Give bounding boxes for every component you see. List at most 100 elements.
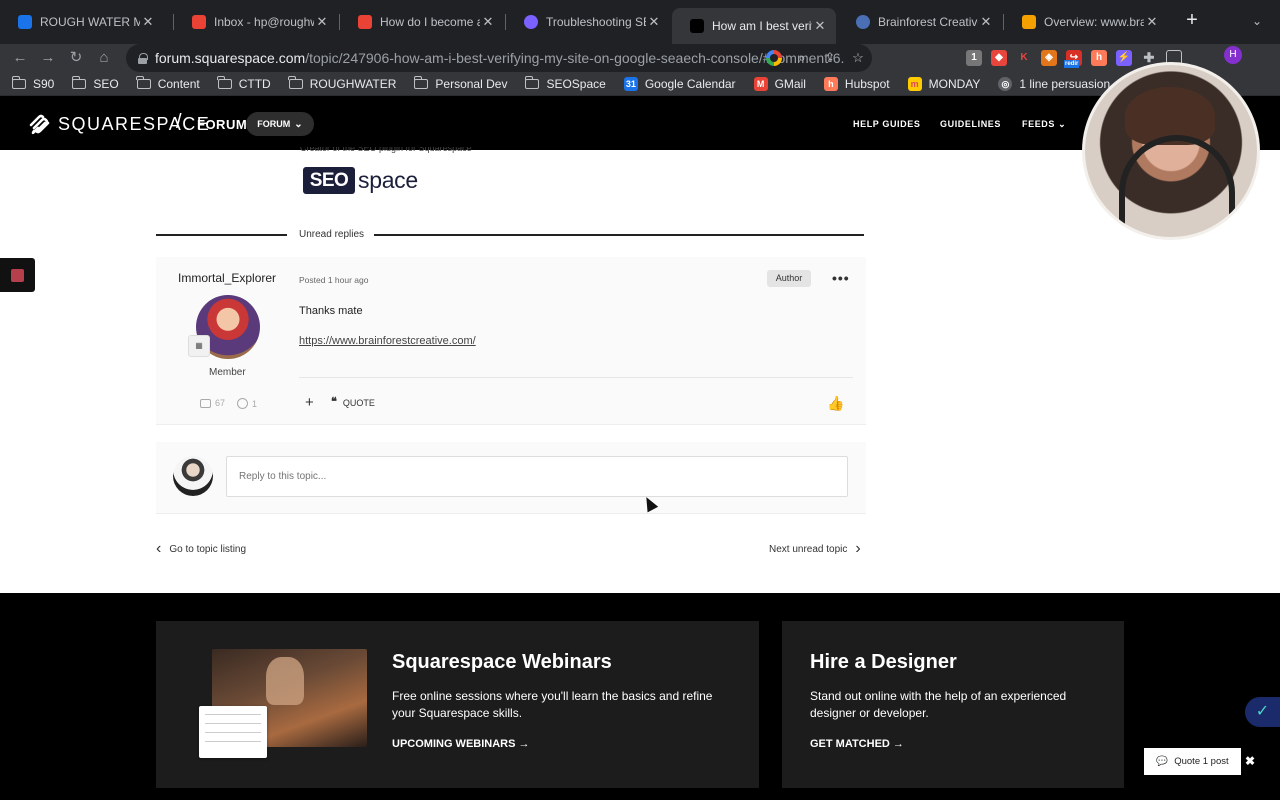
bookmark-link[interactable]: ◎ 1 line persuasion <box>998 76 1110 91</box>
tab-title: Overview: www.brain <box>1044 15 1144 29</box>
hubspot-ext-icon[interactable]: h <box>1091 50 1107 66</box>
address-bar[interactable]: forum.squarespace.com/topic/247906-how-a… <box>126 44 872 72</box>
bolt-ext-icon[interactable]: ⚡ <box>1116 50 1132 66</box>
bookmark-folder[interactable]: Content <box>136 75 200 91</box>
browser-tab[interactable]: Troubleshooting SEO ✕ <box>506 8 670 36</box>
google-lens-icon[interactable] <box>766 50 782 66</box>
quote-button[interactable]: ❝ QUOTE <box>331 396 375 409</box>
forum-dropdown[interactable]: FORUM ⌄ <box>246 112 314 136</box>
bookmark-link[interactable]: h Hubspot <box>823 76 890 91</box>
post-link[interactable]: https://www.brainforestcreative.com/ <box>299 335 476 347</box>
browser-tab[interactable]: Overview: www.brain ✕ <box>1004 8 1168 36</box>
bookmark-link[interactable]: M GMail <box>753 76 806 91</box>
share-icon[interactable]: ⇪ <box>816 50 844 66</box>
seospace-logo[interactable]: SEO space <box>303 167 418 194</box>
browser-tab-active[interactable]: How am I best verifyi ✕ <box>672 8 836 44</box>
close-tab-icon[interactable]: ✕ <box>314 14 330 30</box>
pager-next-label: Next unread topic <box>769 543 848 555</box>
solution-count-value: 1 <box>252 398 258 409</box>
folder-icon <box>524 75 540 89</box>
brand-wordmark[interactable]: SQUARESPACE <box>58 114 210 135</box>
bookmark-link[interactable]: m MONDAY <box>907 76 980 91</box>
multiquote-plus-icon[interactable]: + <box>305 394 314 411</box>
squarespace-logo-icon[interactable] <box>28 113 52 135</box>
url-text[interactable]: forum.squarespace.com/topic/247906-how-a… <box>155 50 845 66</box>
get-matched-link[interactable]: GET MATCHED → <box>810 738 904 750</box>
reload-icon[interactable]: ↻ <box>66 48 86 68</box>
solution-count: 1 <box>237 398 257 409</box>
close-tab-icon[interactable]: ✕ <box>140 14 156 30</box>
webinars-card[interactable]: Squarespace Webinars Free online session… <box>156 621 759 788</box>
close-tab-icon[interactable]: ✕ <box>480 14 496 30</box>
check-circle-icon <box>237 398 248 409</box>
redirect-path-icon[interactable]: ↪ redir <box>1064 50 1082 68</box>
back-arrow-icon[interactable]: ← <box>10 48 30 68</box>
author-name[interactable]: Immortal_Explorer <box>178 271 276 285</box>
quote-icon: ❝ <box>331 396 337 408</box>
nav-help-guides[interactable]: HELP GUIDES <box>853 119 920 129</box>
bookmark-folder[interactable]: Personal Dev <box>413 75 507 91</box>
bookmark-star-icon[interactable]: ☆ <box>844 50 872 66</box>
extension-icon[interactable]: ◆ <box>991 50 1007 66</box>
tab-search-chevron-icon[interactable]: ⌄ <box>1252 14 1262 28</box>
metamask-icon[interactable]: ◈ <box>1041 50 1057 66</box>
extension-icon[interactable]: 1 <box>966 50 982 66</box>
bookmark-label: Google Calendar <box>644 76 736 91</box>
hire-designer-card[interactable]: Hire a Designer Stand out online with th… <box>782 621 1124 788</box>
profile-avatar[interactable]: H <box>1224 46 1242 64</box>
current-user-avatar <box>173 456 213 496</box>
forum-post: Immortal_Explorer ▦ Member 67 1 Posted 1… <box>156 257 866 425</box>
zoom-icon[interactable]: ⌕ <box>788 50 816 66</box>
go-to-topic-listing-link[interactable]: ‹ Go to topic listing <box>156 540 246 558</box>
side-widget-tab[interactable] <box>0 258 35 292</box>
browser-tab[interactable]: How do I become an ✕ <box>340 8 504 36</box>
bookmark-folder[interactable]: ROUGHWATER <box>288 75 396 91</box>
browser-tab[interactable]: Brainforest Creative ✕ <box>838 8 1002 36</box>
close-tab-icon[interactable]: ✕ <box>978 14 994 30</box>
new-tab-icon[interactable]: + <box>1182 10 1202 31</box>
redir-badge: redir <box>1064 60 1080 68</box>
calendar-favicon-icon <box>18 15 32 29</box>
post-body: Thanks mate <box>299 305 363 317</box>
extension-k-icon[interactable]: K <box>1016 50 1032 66</box>
next-unread-topic-link[interactable]: Next unread topic › <box>769 540 861 558</box>
nav-guidelines[interactable]: GUIDELINES <box>940 119 1001 129</box>
bookmark-folder[interactable]: CTTD <box>217 75 271 91</box>
brand-slash: / <box>176 111 182 133</box>
bookmark-folder[interactable]: S90 <box>11 75 55 91</box>
author-badge: Author <box>767 270 811 287</box>
quote-posts-label: Quote 1 post <box>1174 756 1229 767</box>
close-icon[interactable]: ✖ <box>1245 754 1255 768</box>
tab-title: How do I become an <box>380 15 480 29</box>
upcoming-webinars-link[interactable]: UPCOMING WEBINARS → <box>392 738 530 750</box>
bookmark-label: Content <box>157 76 200 91</box>
bookmark-link[interactable]: 31 Google Calendar <box>623 76 736 91</box>
chevron-left-icon: ‹ <box>156 540 162 557</box>
tab-title: ROUGH WATER MEDI <box>40 15 140 29</box>
post-timestamp[interactable]: Posted 1 hour ago <box>299 275 368 285</box>
section-title[interactable]: FORUM <box>197 117 247 132</box>
close-tab-icon[interactable]: ✕ <box>1144 14 1160 30</box>
gmail-favicon-icon <box>192 15 206 29</box>
more-options-icon[interactable]: ••• <box>832 270 850 286</box>
bookmark-folder[interactable]: SEOSpace <box>524 75 606 91</box>
close-tab-icon[interactable]: ✕ <box>812 18 828 34</box>
hubspot-icon: h <box>823 76 838 91</box>
browser-tab[interactable]: Inbox - hp@roughwat ✕ <box>174 8 338 36</box>
reply-input[interactable] <box>226 456 848 497</box>
quote-posts-button[interactable]: 💬 Quote 1 post <box>1144 748 1241 775</box>
forward-arrow-icon[interactable]: → <box>38 48 58 68</box>
divider-line <box>156 234 287 236</box>
browser-tab[interactable]: ROUGH WATER MEDI ✕ <box>0 8 164 36</box>
bookmark-label: CTTD <box>238 76 271 91</box>
home-icon[interactable]: ⌂ <box>94 48 114 68</box>
folder-icon <box>413 75 429 89</box>
bookmark-folder[interactable]: SEO <box>71 75 119 91</box>
gmail-favicon-icon <box>358 15 372 29</box>
bookmark-label: S90 <box>33 76 55 91</box>
close-tab-icon[interactable]: ✕ <box>646 14 662 30</box>
check-widget-icon[interactable]: ✓ <box>1245 697 1280 727</box>
webinars-title: Squarespace Webinars <box>392 651 612 673</box>
nav-feeds[interactable]: FEEDS ⌄ <box>1022 119 1066 130</box>
like-thumb-icon[interactable]: 👍 <box>827 395 845 411</box>
